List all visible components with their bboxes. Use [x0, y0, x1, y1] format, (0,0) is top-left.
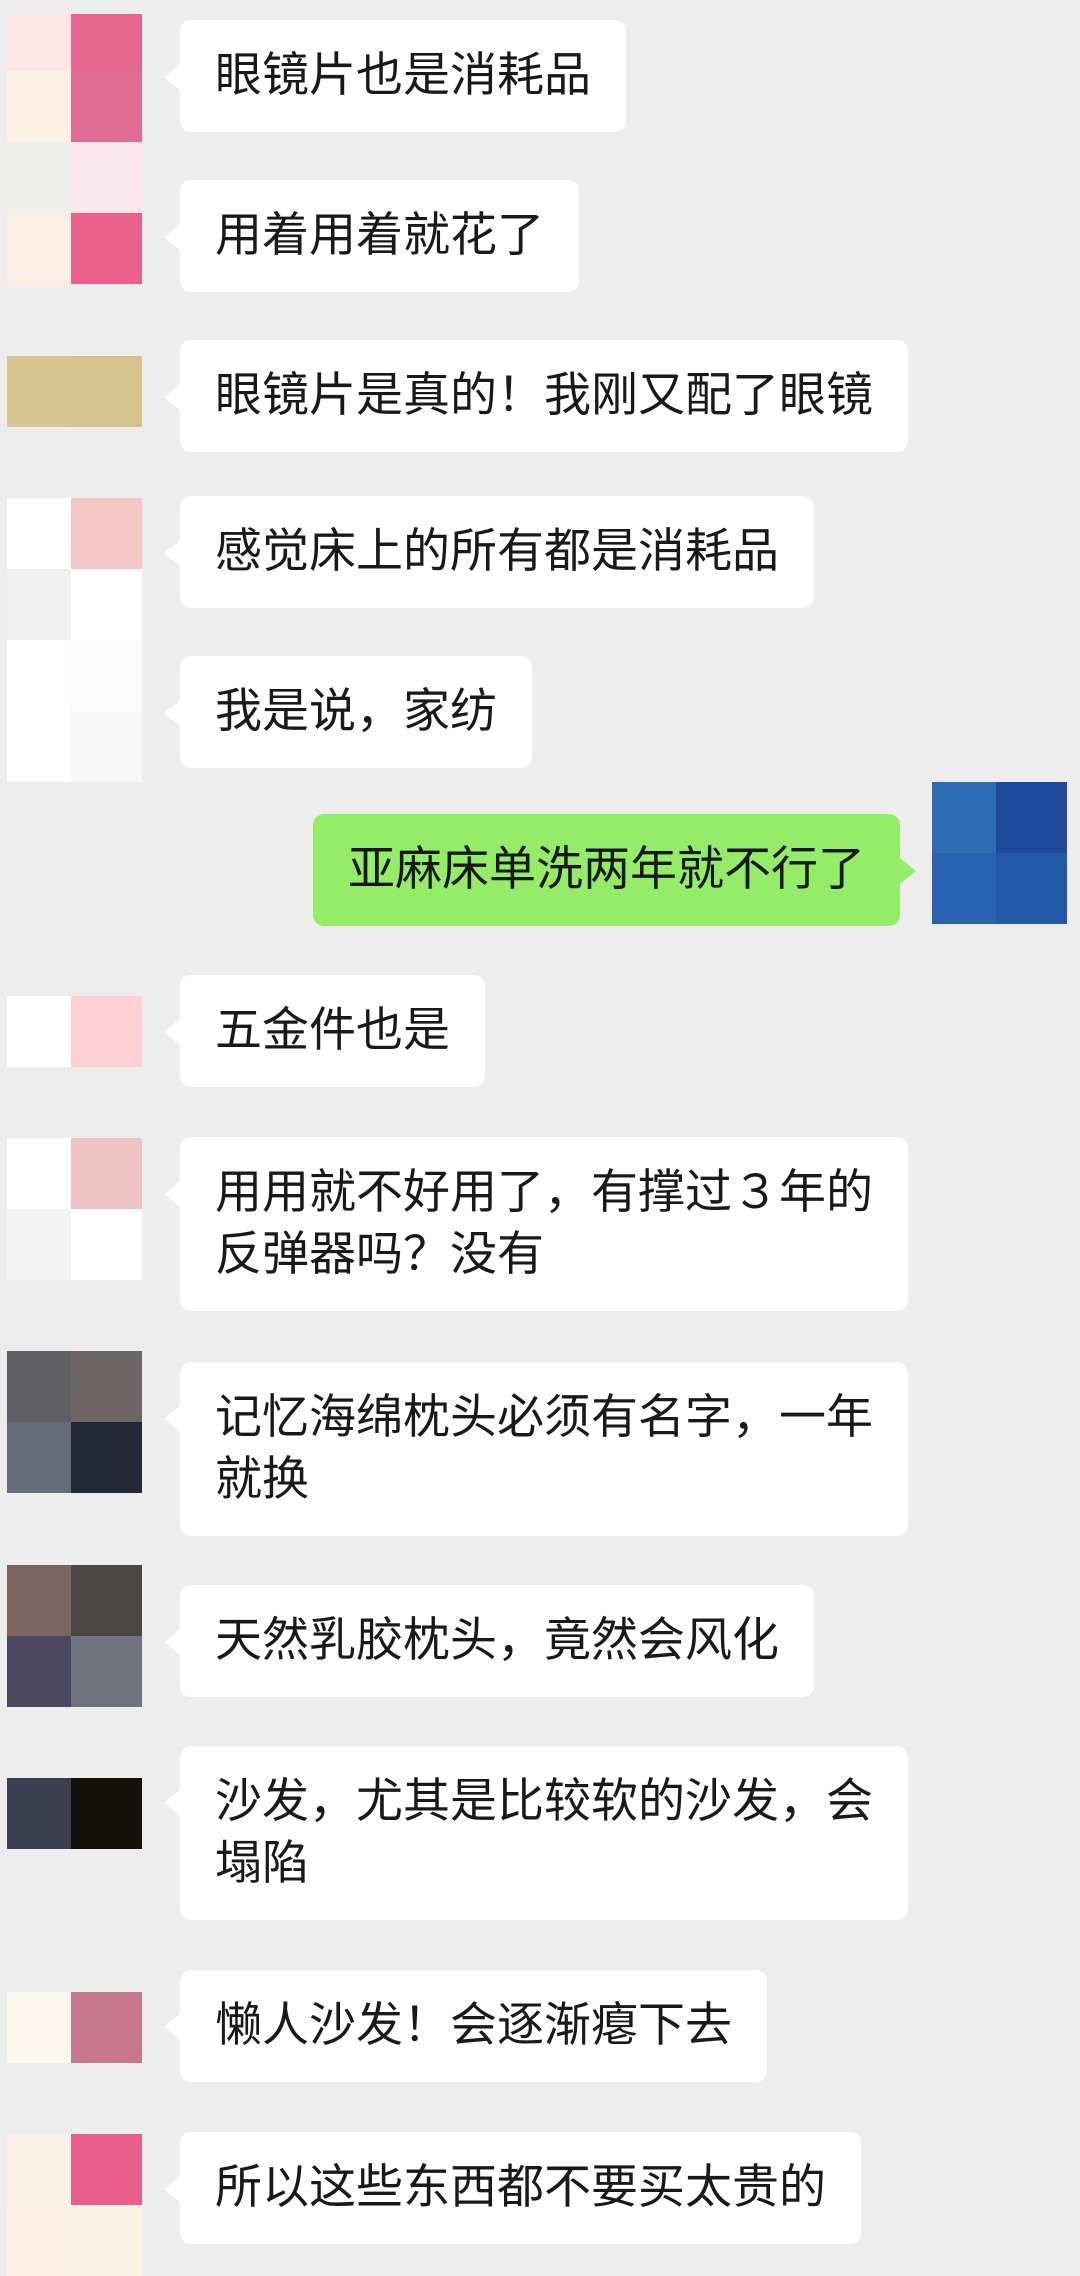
- avatar-mosaic-block: [71, 498, 142, 569]
- avatar-mosaic-block: [7, 1209, 71, 1280]
- message-text: 天然乳胶枕头，竟然会风化: [215, 1613, 779, 1668]
- sender-avatar[interactable]: [7, 498, 142, 640]
- message-text: 亚麻床单洗两年就不行了: [348, 842, 865, 897]
- avatar-mosaic-block: [7, 356, 71, 427]
- avatar-mosaic-block: [7, 213, 71, 284]
- avatar-mosaic-block: [7, 1992, 71, 2063]
- avatar-mosaic-block: [71, 213, 142, 284]
- message-text: 记忆海绵枕头必须有名字，一年: [215, 1390, 873, 1445]
- message-bubble[interactable]: 五金件也是: [164, 975, 485, 1087]
- message-text: 眼镜片也是消耗品: [215, 48, 591, 103]
- avatar-mosaic-block: [71, 1565, 142, 1636]
- sender-avatar[interactable]: [7, 1351, 142, 1493]
- message-bubble[interactable]: 天然乳胶枕头，竟然会风化: [164, 1585, 814, 1697]
- message-bubble[interactable]: 眼镜片是真的！我刚又配了眼镜: [164, 340, 908, 452]
- message-bubble[interactable]: 沙发，尤其是比较软的沙发，会 塌陷: [164, 1746, 908, 1920]
- avatar-mosaic-block: [7, 640, 71, 711]
- avatar-mosaic-block: [7, 1351, 71, 1422]
- message-text: 感觉床上的所有都是消耗品: [215, 524, 779, 579]
- sender-avatar[interactable]: [7, 356, 142, 427]
- avatar-mosaic-block: [7, 14, 71, 71]
- avatar-mosaic-block: [71, 640, 142, 711]
- avatar-mosaic-block: [7, 71, 71, 142]
- message-bubble[interactable]: 感觉床上的所有都是消耗品: [164, 496, 814, 608]
- sender-avatar[interactable]: [7, 2134, 142, 2276]
- avatar-mosaic-block: [7, 142, 71, 213]
- avatar-mosaic-block: [7, 2134, 71, 2205]
- avatar-mosaic-block: [932, 853, 996, 924]
- message-text: 懒人沙发！会逐渐瘪下去: [215, 1998, 732, 2053]
- outgoing-message-bubble[interactable]: 亚麻床单洗两年就不行了: [313, 814, 916, 926]
- message-text: 沙发，尤其是比较软的沙发，会: [215, 1774, 873, 1829]
- sender-avatar[interactable]: [7, 142, 142, 284]
- avatar-mosaic-block: [7, 1636, 71, 1707]
- message-text: 塌陷: [215, 1836, 309, 1891]
- message-text: 反弹器吗？没有: [215, 1227, 544, 1282]
- avatar-mosaic-block: [71, 1422, 142, 1493]
- sender-avatar[interactable]: [7, 996, 142, 1067]
- sender-avatar[interactable]: [7, 1138, 142, 1280]
- message-text: 所以这些东西都不要买太贵的: [215, 2160, 826, 2215]
- message-text: 就换: [215, 1452, 309, 1507]
- avatar-mosaic-block: [7, 498, 71, 569]
- avatar-mosaic-block: [71, 1138, 142, 1209]
- avatar-mosaic-block: [932, 782, 996, 853]
- message-bubble[interactable]: 用着用着就花了: [164, 180, 579, 292]
- my-avatar[interactable]: [932, 782, 1067, 924]
- avatar-mosaic-block: [996, 782, 1067, 853]
- sender-avatar[interactable]: [7, 1565, 142, 1707]
- avatar-mosaic-block: [71, 569, 142, 640]
- message-bubble[interactable]: 眼镜片也是消耗品: [164, 20, 626, 132]
- sender-avatar[interactable]: [7, 1992, 142, 2063]
- avatar-mosaic-block: [7, 711, 71, 782]
- sender-avatar[interactable]: [7, 14, 142, 142]
- chat-message-list[interactable]: 眼镜片也是消耗品 用着用着就花了 眼镜片是真的！我刚又配了眼镜 感觉床上的所有都…: [0, 0, 1080, 2276]
- sender-avatar[interactable]: [7, 1778, 142, 1849]
- avatar-mosaic-block: [7, 1422, 71, 1493]
- avatar-mosaic-block: [71, 142, 142, 213]
- sender-avatar[interactable]: [7, 640, 142, 782]
- avatar-mosaic-block: [71, 1778, 142, 1849]
- avatar-mosaic-block: [71, 71, 142, 142]
- avatar-mosaic-block: [71, 1636, 142, 1707]
- avatar-mosaic-block: [71, 1351, 142, 1422]
- message-bubble[interactable]: 懒人沙发！会逐渐瘪下去: [164, 1970, 767, 2082]
- avatar-mosaic-block: [7, 1778, 71, 1849]
- message-text: 用用就不好用了，有撑过３年的: [215, 1165, 873, 1220]
- avatar-mosaic-block: [71, 356, 142, 427]
- message-text: 用着用着就花了: [215, 208, 544, 263]
- avatar-mosaic-block: [71, 14, 142, 71]
- message-bubble[interactable]: 用用就不好用了，有撑过３年的 反弹器吗？没有: [164, 1137, 908, 1311]
- avatar-mosaic-block: [71, 711, 142, 782]
- message-bubble[interactable]: 记忆海绵枕头必须有名字，一年 就换: [164, 1362, 908, 1536]
- avatar-mosaic-block: [71, 1209, 142, 1280]
- avatar-mosaic-block: [7, 996, 71, 1067]
- avatar-mosaic-block: [71, 2134, 142, 2205]
- message-text: 眼镜片是真的！我刚又配了眼镜: [215, 368, 873, 423]
- avatar-mosaic-block: [996, 853, 1067, 924]
- avatar-mosaic-block: [7, 569, 71, 640]
- avatar-mosaic-block: [7, 1138, 71, 1209]
- message-bubble[interactable]: 我是说，家纺: [164, 656, 532, 768]
- avatar-mosaic-block: [71, 1992, 142, 2063]
- avatar-mosaic-block: [7, 2205, 71, 2276]
- message-text: 五金件也是: [215, 1003, 450, 1058]
- message-text: 我是说，家纺: [215, 684, 497, 739]
- avatar-mosaic-block: [71, 996, 142, 1067]
- message-bubble[interactable]: 所以这些东西都不要买太贵的: [164, 2132, 861, 2244]
- avatar-mosaic-block: [7, 1565, 71, 1636]
- avatar-mosaic-block: [71, 2205, 142, 2276]
